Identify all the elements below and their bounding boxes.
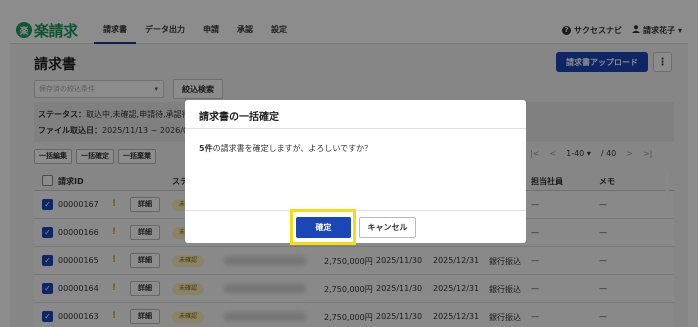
- cancel-button[interactable]: キャンセル: [359, 217, 416, 238]
- table-scrollbar[interactable]: [665, 171, 669, 201]
- dialog-title: 請求書の一括確定: [199, 112, 279, 123]
- dialog-message-count: 5件: [199, 144, 213, 153]
- dialog-divider: [185, 128, 526, 129]
- confirm-button[interactable]: 確定: [296, 217, 351, 238]
- dialog-message-text: の請求書を確定しますが、よろしいですか？: [212, 144, 373, 153]
- dialog-message: 5件の請求書を確定しますが、よろしいですか？: [199, 143, 372, 154]
